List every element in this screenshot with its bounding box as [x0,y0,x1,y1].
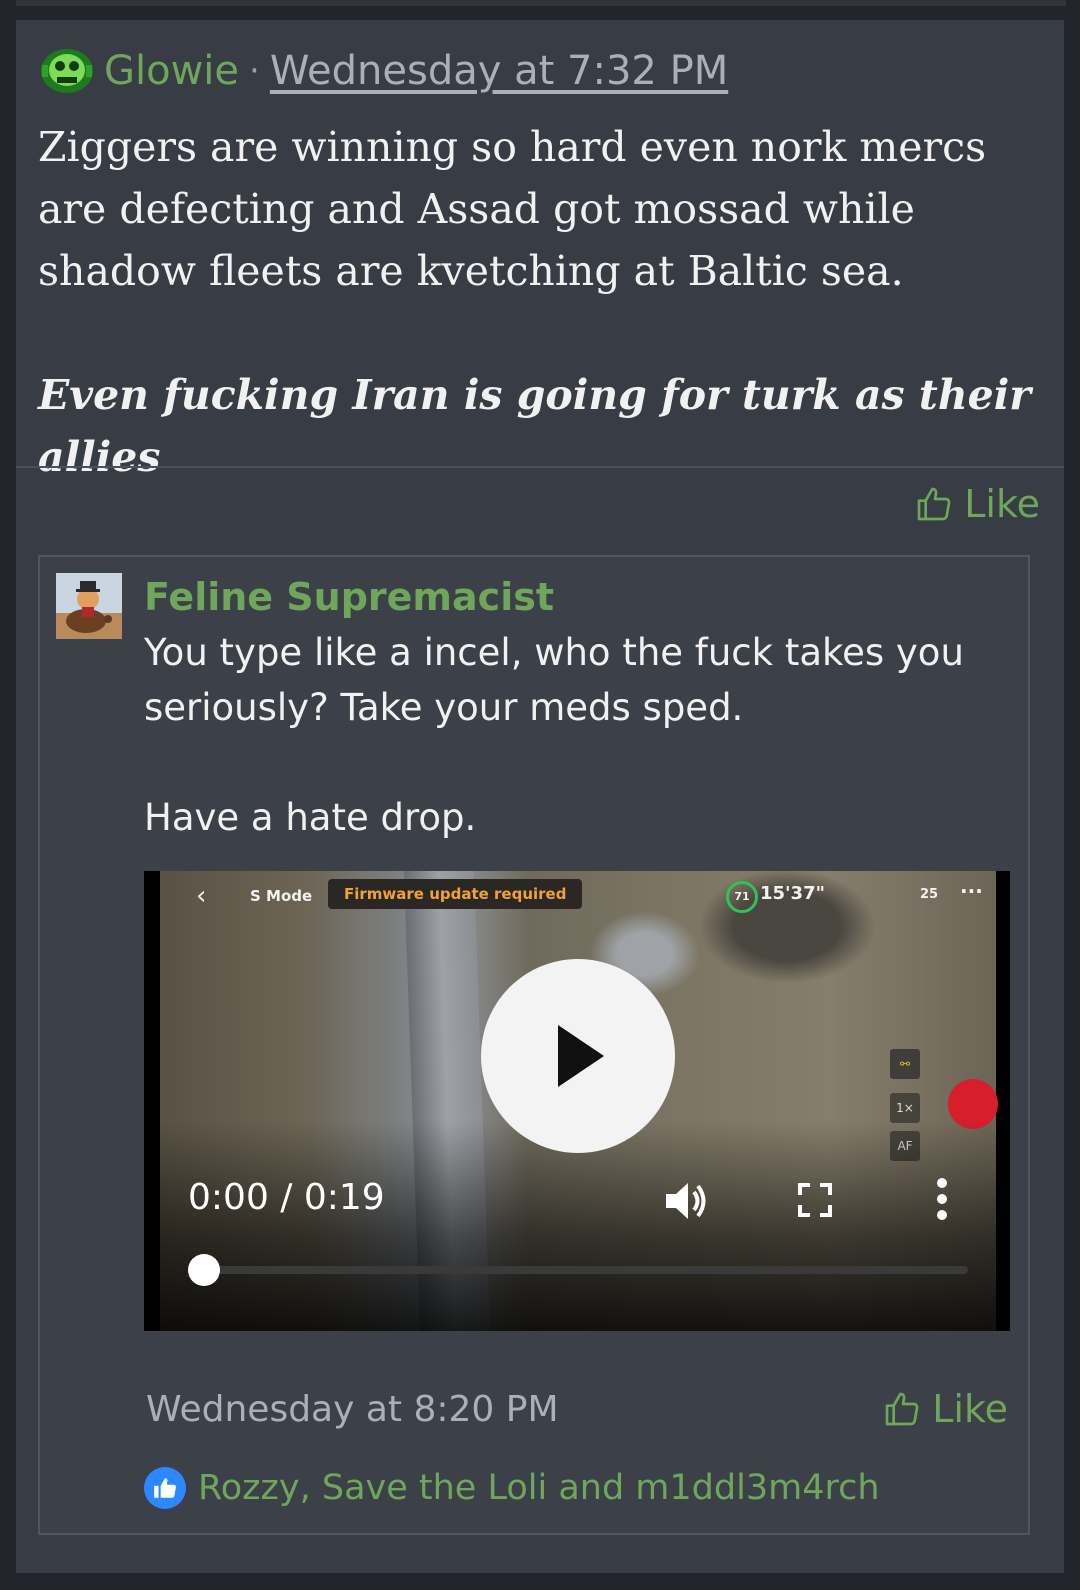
quote-line-1: You type like a incel, who the fuck take… [144,631,964,729]
hud-zoom: 1× [890,1093,920,1123]
reaction-users[interactable]: Rozzy, Save the Loli and m1ddl3m4rch [198,1468,880,1508]
like-button[interactable]: Like [914,482,1040,526]
feline-avatar[interactable] [56,573,122,639]
hud-back-icon: ‹ [196,881,207,911]
reply-quote: Feline Supremacist You type like a incel… [38,555,1030,1535]
post-header: Glowie · Wednesday at 7:32 PM [38,46,728,96]
hud-smode: S Mode [250,887,313,905]
post-author[interactable]: Glowie [104,48,239,94]
volume-icon[interactable] [664,1179,710,1223]
hud-firmware-badge: Firmware update required [328,879,583,909]
video-player[interactable]: ‹ S Mode Firmware update required 71 15'… [144,871,1010,1331]
hud-satellites: 25 [920,887,939,902]
glowie-avatar[interactable] [38,46,96,96]
quote-like-button[interactable]: Like [882,1387,1008,1431]
like-reaction-icon [144,1467,186,1509]
more-vertical-icon[interactable] [936,1177,948,1221]
previous-post-edge [16,0,1066,6]
quote-timestamp[interactable]: Wednesday at 8:20 PM [146,1389,559,1430]
hud-timer: 15'37" [760,883,825,904]
header-separator: · [249,51,260,91]
video-time: 0:00 / 0:19 [188,1177,385,1218]
post-emphasis: Even fucking Iran is going for turk as t… [38,371,1031,481]
reactions-bar[interactable]: Rozzy, Save the Loli and m1ddl3m4rch [144,1467,880,1509]
fullscreen-icon[interactable] [798,1183,832,1217]
like-label: Like [964,482,1040,526]
progress-track[interactable] [204,1266,968,1274]
thumbs-up-icon [885,1392,919,1426]
quote-author[interactable]: Feline Supremacist [144,575,554,619]
play-icon [558,1025,604,1087]
quote-like-label: Like [932,1387,1008,1431]
post-card: Glowie · Wednesday at 7:32 PM Ziggers ar… [16,20,1064,1573]
hud-battery: 71 [726,881,758,913]
post-paragraph: Ziggers are winning so hard even nork me… [38,123,987,295]
play-button[interactable] [481,959,675,1153]
hud-dots-icon: ··· [960,879,983,903]
quote-line-2: Have a hate drop. [144,796,477,839]
binoculars-icon: ⚯ [890,1049,920,1079]
post-timestamp[interactable]: Wednesday at 7:32 PM [270,48,728,94]
thumbs-up-icon [917,487,951,521]
post-body: Ziggers are winning so hard even nork me… [38,116,1048,488]
quote-body: You type like a incel, who the fuck take… [144,625,1014,845]
progress-thumb[interactable] [188,1254,220,1286]
divider [16,466,1064,468]
